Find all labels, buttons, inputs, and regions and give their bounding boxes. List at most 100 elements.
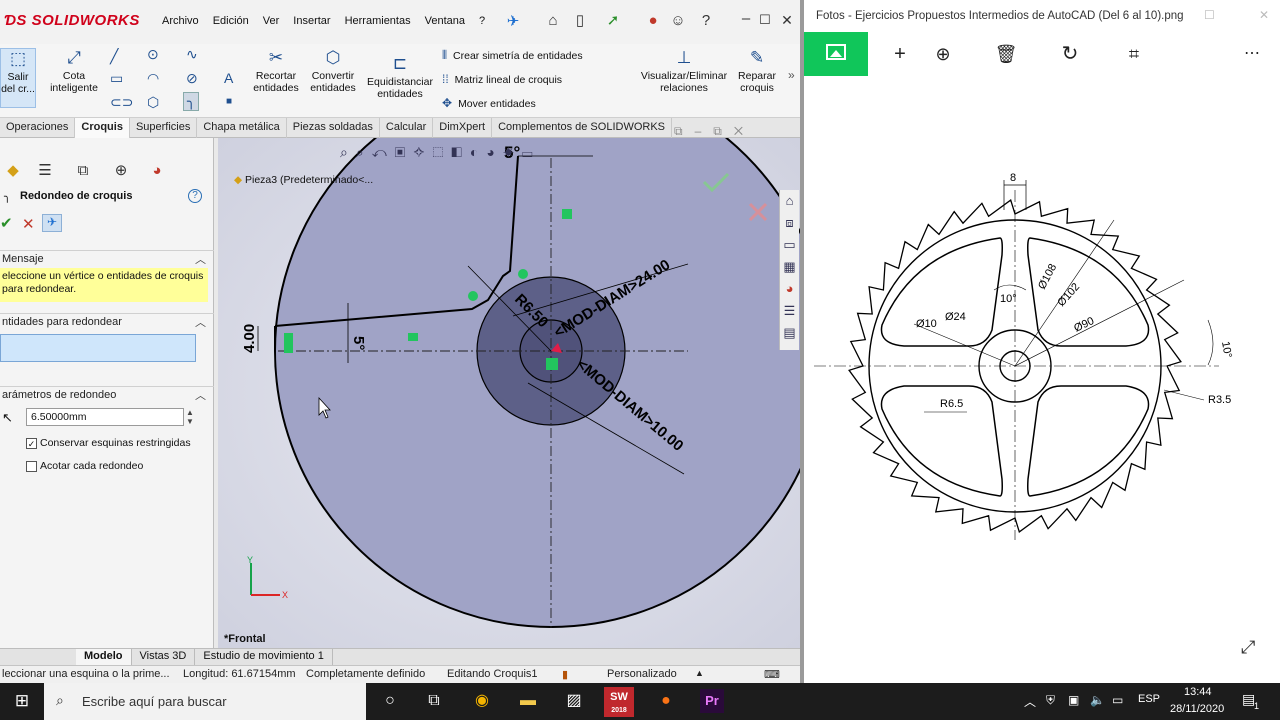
photos-close-icon[interactable]: ✕ bbox=[1259, 8, 1269, 22]
file-explorer-icon[interactable]: ▭ bbox=[780, 234, 799, 256]
minimize-icon[interactable]: – bbox=[738, 11, 754, 27]
keep-corners-checkbox[interactable]: ✓ bbox=[26, 437, 37, 449]
property-manager-tab-icon[interactable]: ☰ bbox=[32, 160, 58, 182]
doc-maximize-icon[interactable]: ⧉ bbox=[713, 124, 734, 138]
add-icon[interactable]: + bbox=[886, 40, 914, 68]
menu-help[interactable]: ? bbox=[472, 15, 492, 27]
tangent-relation-icon[interactable] bbox=[468, 291, 478, 301]
config-manager-tab-icon[interactable]: ⧉ bbox=[70, 160, 96, 182]
tab-piezas-soldadas[interactable]: Piezas soldadas bbox=[287, 118, 380, 138]
concentric-relation-icon[interactable] bbox=[546, 358, 558, 370]
dim-each-option[interactable]: Acotar cada redondeo bbox=[26, 460, 143, 472]
slot-icon[interactable]: ⊂⊃ bbox=[110, 94, 133, 111]
doc-close-icon[interactable]: ✕ bbox=[734, 124, 755, 138]
ellipse-icon[interactable]: ⊘ bbox=[186, 70, 198, 87]
volume-icon[interactable]: 🔈 bbox=[1090, 693, 1105, 707]
message-section-header[interactable]: Mensaje ︿ bbox=[0, 250, 214, 268]
taskbar-search[interactable]: ⌕ Escribe aquí para buscar bbox=[44, 683, 366, 720]
smart-dimension-button[interactable]: ⤢ Cota inteligente bbox=[44, 48, 104, 94]
tab-superficies[interactable]: Superficies bbox=[130, 118, 198, 138]
display-style-icon[interactable]: ◧ bbox=[451, 144, 470, 160]
section-view-icon[interactable]: ▣ bbox=[395, 144, 414, 160]
rebuild-icon[interactable]: ▮ bbox=[562, 668, 568, 681]
photos-restore-icon[interactable]: ☐ bbox=[1204, 8, 1215, 22]
doc-restore-icon[interactable]: ⧉ bbox=[674, 124, 695, 138]
menu-archivo[interactable]: Archivo bbox=[155, 15, 206, 27]
zoom-area-icon[interactable]: ⌕ bbox=[356, 144, 372, 160]
cancel-x-icon[interactable]: ✕ bbox=[22, 215, 35, 233]
convert-entities-button[interactable]: ⬡ Convertir entidades bbox=[306, 48, 360, 94]
previous-view-icon[interactable]: ↶ bbox=[372, 144, 395, 160]
language-indicator[interactable]: ESP bbox=[1138, 693, 1160, 705]
tab-dimxpert[interactable]: DimXpert bbox=[433, 118, 493, 138]
forum-icon[interactable]: ▤ bbox=[780, 322, 799, 344]
home-task-icon[interactable]: ⌂ bbox=[780, 190, 799, 212]
view-palette-icon[interactable]: ▦ bbox=[780, 256, 799, 278]
move-entities-button[interactable]: ✥ Mover entidades bbox=[442, 96, 536, 110]
trim-button[interactable]: ✂ Recortar entidades bbox=[250, 48, 302, 94]
network-icon[interactable]: ▣ bbox=[1068, 693, 1079, 707]
tab-modelo[interactable]: Modelo bbox=[76, 649, 132, 665]
delete-icon[interactable]: 🗑 bbox=[992, 40, 1020, 68]
pushpin-icon[interactable]: ✈ bbox=[42, 214, 62, 232]
tab-vistas-3d[interactable]: Vistas 3D bbox=[132, 649, 196, 665]
tab-estudio-movimiento[interactable]: Estudio de movimiento 1 bbox=[195, 649, 333, 665]
traffic-light-icon[interactable]: ● bbox=[645, 13, 661, 29]
close-icon[interactable]: ✕ bbox=[779, 12, 795, 28]
params-section-header[interactable]: arámetros de redondeo ︿ bbox=[0, 386, 214, 404]
radius-spinner-icon[interactable]: ▲ ▼ bbox=[186, 408, 194, 426]
view-settings-icon[interactable]: ▭ bbox=[522, 144, 541, 160]
dim-each-checkbox[interactable] bbox=[26, 460, 37, 472]
graphics-area[interactable]: 5° 5° 4.00 R6.50 <MOD-DIAM>24.00 <MOD-DI… bbox=[218, 138, 800, 648]
user-icon[interactable]: ☺ bbox=[670, 13, 686, 29]
security-icon[interactable]: ⛨ bbox=[1046, 693, 1055, 708]
tab-croquis[interactable]: Croquis bbox=[75, 118, 130, 138]
exit-sketch-button[interactable]: ⬚ Salir del cr... bbox=[0, 48, 36, 108]
line-icon[interactable]: ╱ bbox=[110, 48, 118, 65]
battery-icon[interactable]: ▭ bbox=[1112, 693, 1123, 707]
arc-icon[interactable]: ◠ bbox=[147, 70, 159, 87]
display-relations-button[interactable]: ⊥ Visualizar/Eliminar relaciones bbox=[636, 48, 732, 94]
dim-4-00[interactable]: 4.00 bbox=[241, 324, 258, 353]
circle-icon[interactable]: ⊙ bbox=[147, 46, 159, 63]
tab-operaciones[interactable]: Operaciones bbox=[0, 118, 76, 138]
premiere-icon[interactable]: Pr bbox=[700, 689, 724, 713]
photo-view-button[interactable] bbox=[804, 32, 868, 76]
menu-herramientas[interactable]: Herramientas bbox=[338, 15, 418, 27]
coincident-relation-icon[interactable] bbox=[284, 333, 293, 353]
display-manager-tab-icon[interactable]: ◕ bbox=[144, 160, 170, 182]
appearances-icon[interactable]: ◕ bbox=[780, 278, 799, 300]
mirror-entities-button[interactable]: ⫴ Crear simetría de entidades bbox=[442, 48, 583, 63]
offset-entities-button[interactable]: ⊏ Equidistanciar entidades bbox=[364, 54, 436, 100]
help-icon[interactable]: ? bbox=[698, 13, 714, 29]
hide-show-icon[interactable]: ◐ bbox=[470, 144, 486, 160]
more-options-icon[interactable]: ⋯ bbox=[1238, 40, 1266, 68]
vertical-relation-icon[interactable] bbox=[562, 209, 572, 219]
scene-icon[interactable]: ☀ bbox=[503, 144, 522, 160]
tangent-relation-icon[interactable] bbox=[518, 269, 528, 279]
horizontal-relation-icon[interactable] bbox=[408, 333, 418, 341]
dim-5-left[interactable]: 5° bbox=[350, 336, 367, 350]
dimxpert-tab-icon[interactable]: ⊕ bbox=[108, 160, 134, 182]
app-ball-icon[interactable]: ● bbox=[654, 689, 678, 713]
linear-pattern-button[interactable]: ⁞⁞ Matriz lineal de croquis bbox=[442, 72, 562, 86]
cortana-icon[interactable]: ○ bbox=[378, 689, 402, 713]
text-icon[interactable]: A bbox=[224, 70, 233, 86]
new-document-icon[interactable]: ▯ bbox=[572, 13, 588, 29]
repair-sketch-button[interactable]: ✎ Reparar croquis bbox=[732, 48, 782, 94]
task-view-icon[interactable]: ⧉ bbox=[422, 689, 446, 713]
design-library-icon[interactable]: ⧈ bbox=[780, 212, 799, 234]
menu-insertar[interactable]: Insertar bbox=[286, 15, 337, 27]
crop-icon[interactable]: ⌗ bbox=[1120, 40, 1148, 68]
status-units[interactable]: Personalizado bbox=[607, 668, 677, 680]
status-customize-icon[interactable]: ⌨ bbox=[764, 668, 780, 681]
maximize-icon[interactable]: ☐ bbox=[757, 12, 773, 28]
home-icon[interactable]: ⌂ bbox=[545, 13, 561, 29]
help-icon[interactable]: ? bbox=[188, 189, 202, 203]
menu-edicion[interactable]: Edición bbox=[206, 15, 256, 27]
ok-check-icon[interactable]: ✔ bbox=[0, 214, 13, 232]
open-icon[interactable]: ➚ bbox=[605, 13, 621, 29]
radius-input[interactable]: 6.50000mm bbox=[26, 408, 184, 426]
pin-icon[interactable]: ✈ bbox=[505, 14, 521, 30]
keep-corners-option[interactable]: ✓ Conservar esquinas restringidas bbox=[26, 437, 191, 449]
